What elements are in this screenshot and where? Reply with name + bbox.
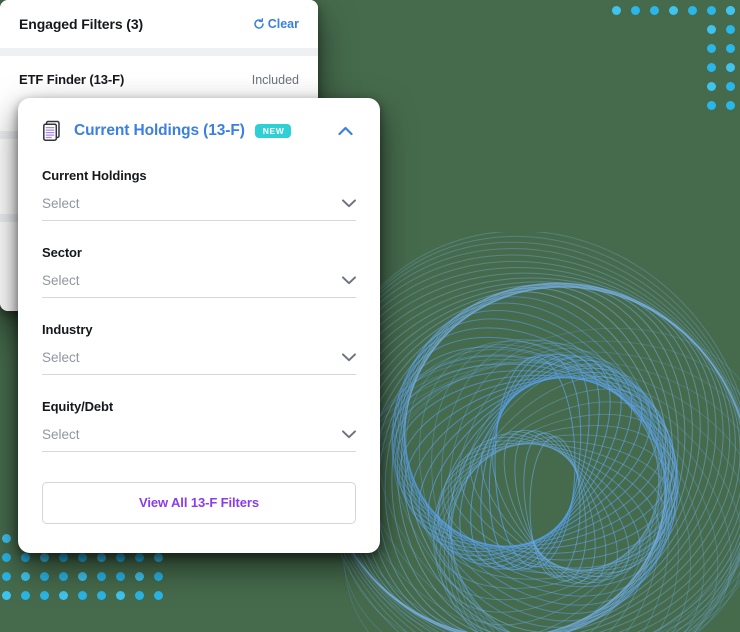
decor-dot (631, 6, 640, 15)
decor-dot (2, 591, 11, 600)
decor-dot (59, 572, 68, 581)
decor-dot (21, 572, 30, 581)
select-input[interactable]: Select (42, 350, 356, 375)
filter-fields: Current Holdings Select Sector Select Indust… (42, 168, 356, 452)
clear-filters-button[interactable]: Clear (253, 17, 299, 31)
decor-dot (40, 553, 49, 562)
decor-dot (135, 591, 144, 600)
field-equity-debt: Equity/Debt Select (42, 399, 356, 452)
decor-dot (154, 553, 163, 562)
decor-spirograph-graphic (320, 232, 740, 632)
decor-dot (726, 25, 735, 34)
screenshot-stage: Current Holdings (13-F) NEW Current Hold… (0, 0, 740, 632)
decor-dot (612, 6, 621, 15)
decor-dot (707, 25, 716, 34)
select-value: Select (42, 350, 80, 365)
decor-dot (707, 82, 716, 91)
decor-dot (726, 44, 735, 53)
decor-dot (154, 591, 163, 600)
decor-dot (21, 591, 30, 600)
select-value: Select (42, 196, 80, 211)
decor-dot (21, 553, 30, 562)
chevron-down-icon (342, 199, 356, 208)
decor-dot (726, 63, 735, 72)
decor-dot (726, 6, 735, 15)
chevron-up-icon[interactable] (334, 120, 356, 142)
decor-dot (726, 82, 735, 91)
field-label: Equity/Debt (42, 399, 114, 414)
view-all-13f-filters-button[interactable]: View All 13-F Filters (42, 482, 356, 524)
decor-dot (707, 101, 716, 110)
section-divider (0, 48, 318, 56)
decor-dot (59, 553, 68, 562)
decor-dot (59, 591, 68, 600)
current-holdings-panel: Current Holdings (13-F) NEW Current Hold… (18, 98, 380, 553)
select-input[interactable]: Select (42, 273, 356, 298)
panel-title: Current Holdings (13-F) (74, 122, 245, 139)
decor-dot (688, 6, 697, 15)
engaged-filters-header: Engaged Filters (3) Clear (0, 0, 318, 48)
decor-dot (650, 6, 659, 15)
decor-dot (154, 572, 163, 581)
select-value: Select (42, 427, 80, 442)
decor-dot (116, 553, 125, 562)
decor-dot (97, 591, 106, 600)
chevron-down-icon (342, 353, 356, 362)
decor-dot (726, 101, 735, 110)
decor-dot (135, 572, 144, 581)
decor-dot (707, 6, 716, 15)
chevron-down-icon (342, 430, 356, 439)
select-input[interactable]: Select (42, 427, 356, 452)
panel-footer: View All 13-F Filters (18, 476, 380, 524)
decor-dot (707, 63, 716, 72)
decor-dot (40, 591, 49, 600)
decor-dot (97, 572, 106, 581)
chevron-down-icon (342, 276, 356, 285)
decor-dot (97, 553, 106, 562)
decor-dot (2, 553, 11, 562)
refresh-icon (253, 18, 265, 30)
decor-dot (135, 553, 144, 562)
decor-dot (78, 553, 87, 562)
field-label: Sector (42, 245, 82, 260)
decor-dot (78, 572, 87, 581)
clear-label: Clear (267, 17, 299, 31)
document-stack-icon (42, 120, 64, 142)
field-label: Industry (42, 322, 93, 337)
filter-group-header: ETF Finder (13-F) Included (19, 72, 299, 87)
field-current-holdings: Current Holdings Select (42, 168, 356, 221)
new-badge: NEW (254, 123, 292, 139)
decor-dot (116, 591, 125, 600)
field-sector: Sector Select (42, 245, 356, 298)
field-label: Current Holdings (42, 168, 147, 183)
field-industry: Industry Select (42, 322, 356, 375)
decor-dot (40, 572, 49, 581)
filter-group-name: ETF Finder (13-F) (19, 72, 125, 87)
decor-dot (2, 534, 11, 543)
decor-dot (669, 6, 678, 15)
decor-dot (726, 6, 735, 15)
filter-status-badge: Included (251, 73, 299, 87)
decor-dot (2, 572, 11, 581)
panel-header: Current Holdings (13-F) NEW (42, 120, 356, 142)
decor-dot (116, 572, 125, 581)
select-value: Select (42, 273, 80, 288)
engaged-filters-title: Engaged Filters (3) (19, 16, 144, 32)
select-input[interactable]: Select (42, 196, 356, 221)
decor-dot (707, 44, 716, 53)
decor-dot (78, 591, 87, 600)
